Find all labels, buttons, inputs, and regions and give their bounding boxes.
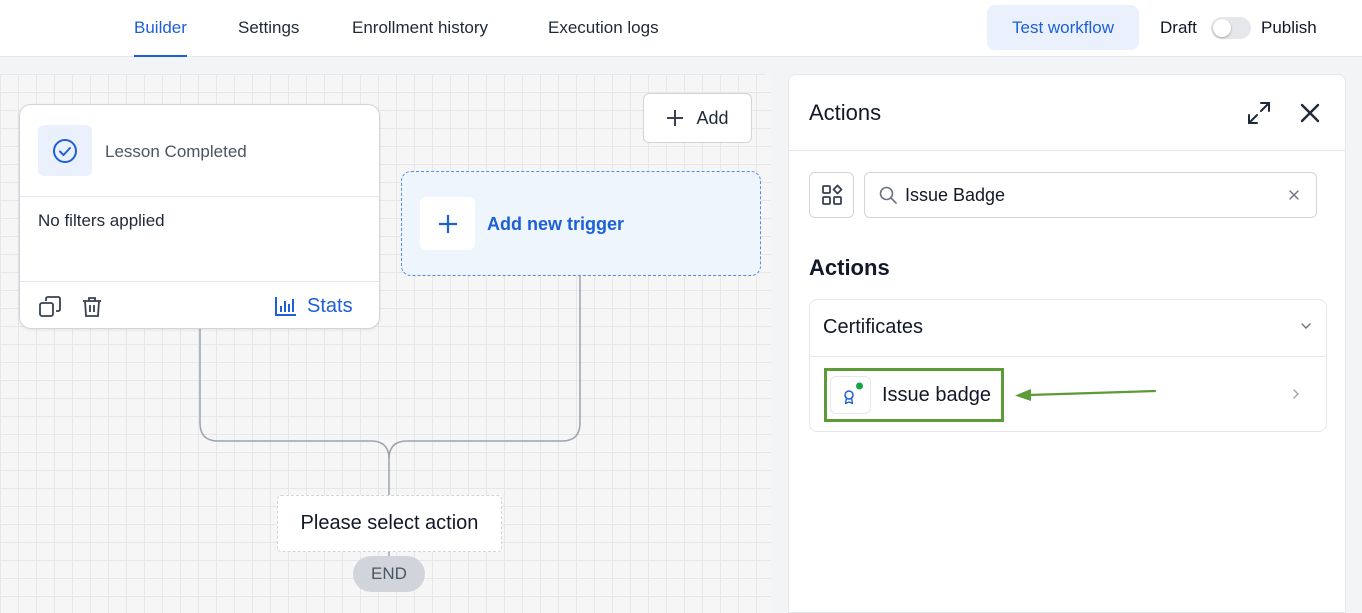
stats-label: Stats <box>307 294 353 317</box>
search-icon <box>879 186 897 204</box>
add-button-label: Add <box>696 107 729 128</box>
tab-settings[interactable]: Settings <box>238 0 299 57</box>
publish-label: Publish <box>1261 18 1317 37</box>
end-node: END <box>353 556 425 592</box>
section-heading: Actions <box>809 255 890 280</box>
add-new-trigger-card[interactable]: Add new trigger <box>401 171 761 276</box>
add-new-trigger-label: Add new trigger <box>487 214 625 234</box>
category-group: Certificates Issue badge <box>809 299 1327 432</box>
select-action-node[interactable]: Please select action <box>277 495 502 552</box>
test-workflow-button[interactable]: Test workflow <box>987 5 1139 50</box>
check-circle-icon <box>38 125 92 176</box>
search-input[interactable] <box>905 181 1275 209</box>
trigger-title: Lesson Completed <box>105 142 247 161</box>
close-icon[interactable] <box>1297 100 1323 126</box>
tab-builder[interactable]: Builder <box>134 0 187 57</box>
draft-label: Draft <box>1160 18 1197 37</box>
clear-search-icon[interactable] <box>1286 187 1302 203</box>
tab-execution-logs[interactable]: Execution logs <box>548 0 659 57</box>
publish-toggle[interactable] <box>1211 17 1251 39</box>
top-bar: Builder Settings Enrollment history Exec… <box>0 0 1362 57</box>
copy-icon[interactable] <box>38 295 62 319</box>
plus-icon <box>420 197 475 250</box>
plus-icon <box>667 110 684 126</box>
badge-icon <box>830 376 871 414</box>
card-divider <box>20 281 379 282</box>
chevron-down-icon <box>1301 323 1311 329</box>
category-label: Certificates <box>823 316 924 338</box>
trash-icon[interactable] <box>80 295 104 319</box>
category-grid-button[interactable] <box>809 172 854 218</box>
chevron-right-icon <box>1293 389 1299 399</box>
filters-text: No filters applied <box>38 211 165 230</box>
panel-divider <box>789 150 1345 151</box>
stats-button[interactable]: Stats <box>275 293 353 319</box>
bar-chart-icon <box>275 297 296 316</box>
add-button[interactable]: Add <box>643 93 752 143</box>
search-box <box>864 172 1317 218</box>
actions-panel: Actions Actions Certificates <box>788 74 1346 613</box>
action-label: Issue badge <box>882 384 991 406</box>
category-header-certificates[interactable]: Certificates <box>810 300 1326 356</box>
toggle-knob <box>1213 19 1231 37</box>
panel-title: Actions <box>809 100 882 125</box>
card-divider <box>20 196 379 197</box>
trigger-card[interactable]: Lesson Completed No filters applied Stat… <box>19 104 380 329</box>
tab-enrollment-history[interactable]: Enrollment history <box>352 0 488 57</box>
apps-icon <box>821 184 842 205</box>
action-item-issue-badge[interactable]: Issue badge <box>810 357 1326 432</box>
expand-icon[interactable] <box>1246 100 1272 126</box>
workflow-canvas[interactable]: Lesson Completed No filters applied Stat… <box>0 74 771 613</box>
